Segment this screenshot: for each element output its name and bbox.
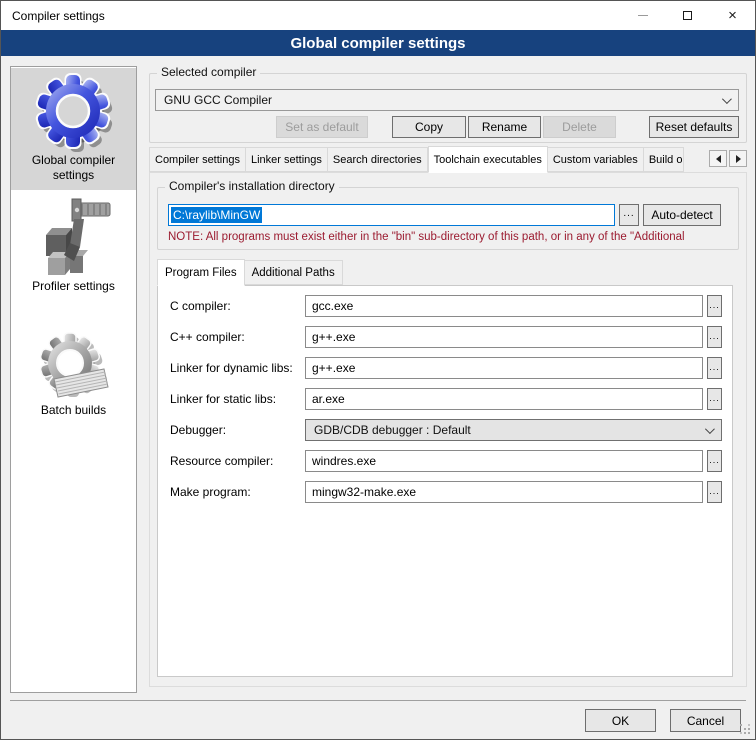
- arrow-left-icon: [716, 155, 721, 163]
- compiler-settings-dialog: Compiler settings × Global compiler sett…: [0, 0, 756, 740]
- blue-gear-icon: [34, 71, 114, 153]
- tab-toolchain-executables[interactable]: Toolchain executables: [428, 146, 548, 173]
- c-compiler-browse-button[interactable]: ...: [707, 295, 722, 317]
- sidebar-item-label: Global compiler settings: [13, 153, 134, 183]
- main-panel: Selected compiler GNU GCC Compiler Set a…: [149, 66, 747, 693]
- tab-linker-settings[interactable]: Linker settings: [246, 147, 328, 172]
- maximize-button[interactable]: [665, 1, 710, 30]
- footer-buttons: OK Cancel: [10, 701, 746, 732]
- make-program-input[interactable]: [305, 481, 703, 503]
- paths-tabs: Program Files Additional Paths: [157, 259, 733, 285]
- resource-compiler-row: Resource compiler: ...: [170, 450, 722, 472]
- close-button[interactable]: ×: [710, 1, 755, 30]
- compiler-select-value: GNU GCC Compiler: [164, 93, 722, 107]
- debugger-row: Debugger: GDB/CDB debugger : Default: [170, 419, 722, 441]
- tab-custom-variables[interactable]: Custom variables: [548, 147, 644, 172]
- static-linker-row: Linker for static libs: ...: [170, 388, 722, 410]
- chevron-down-icon: [722, 94, 732, 104]
- reset-defaults-button[interactable]: Reset defaults: [649, 116, 739, 138]
- tab-scroll-left-button[interactable]: [709, 150, 727, 167]
- installation-directory-browse-button[interactable]: ...: [619, 204, 639, 226]
- dynamic-linker-label: Linker for dynamic libs:: [170, 361, 305, 375]
- compiler-select[interactable]: GNU GCC Compiler: [155, 89, 739, 111]
- rename-button[interactable]: Rename: [468, 116, 541, 138]
- tab-program-files[interactable]: Program Files: [157, 259, 245, 286]
- tab-search-directories[interactable]: Search directories: [328, 147, 428, 172]
- installation-directory-value: C:\raylib\MinGW: [171, 207, 262, 223]
- static-linker-input[interactable]: [305, 388, 703, 410]
- tab-scroll-arrows: [709, 150, 747, 167]
- make-program-label: Make program:: [170, 485, 305, 499]
- program-files-panel: C compiler: ... C++ compiler: ... Linker…: [157, 285, 733, 677]
- tab-compiler-settings[interactable]: Compiler settings: [149, 147, 246, 172]
- tab-additional-paths[interactable]: Additional Paths: [245, 260, 343, 285]
- toolchain-executables-panel: Compiler's installation directory C:\ray…: [149, 172, 747, 687]
- dynamic-linker-row: Linker for dynamic libs: ...: [170, 357, 722, 379]
- arrow-right-icon: [736, 155, 741, 163]
- sidebar-item-label: Batch builds: [41, 403, 106, 418]
- static-linker-browse-button[interactable]: ...: [707, 388, 722, 410]
- minimize-button[interactable]: [620, 1, 665, 30]
- dialog-body: Global compiler settings: [1, 56, 755, 693]
- resource-compiler-browse-button[interactable]: ...: [707, 450, 722, 472]
- titlebar: Compiler settings ×: [1, 1, 755, 30]
- set-as-default-button: Set as default: [276, 116, 368, 138]
- resource-compiler-input[interactable]: [305, 450, 703, 472]
- static-linker-label: Linker for static libs:: [170, 392, 305, 406]
- selected-compiler-label: Selected compiler: [157, 65, 260, 79]
- maximize-icon: [683, 11, 692, 20]
- installation-directory-row: C:\raylib\MinGW ... Auto-detect: [168, 204, 721, 226]
- cpp-compiler-browse-button[interactable]: ...: [707, 326, 722, 348]
- page-title: Global compiler settings: [1, 30, 755, 56]
- c-compiler-row: C compiler: ...: [170, 295, 722, 317]
- cancel-button[interactable]: Cancel: [670, 709, 741, 732]
- tab-build-options[interactable]: Build options: [644, 147, 684, 172]
- caliper-icon: [34, 195, 114, 279]
- c-compiler-input[interactable]: [305, 295, 703, 317]
- make-program-browse-button[interactable]: ...: [707, 481, 722, 503]
- resource-compiler-label: Resource compiler:: [170, 454, 305, 468]
- make-program-row: Make program: ...: [170, 481, 722, 503]
- installation-directory-label: Compiler's installation directory: [165, 179, 339, 193]
- selected-compiler-group: Selected compiler GNU GCC Compiler Set a…: [149, 73, 747, 143]
- compiler-actions: Set as default Copy Rename Delete Reset …: [155, 116, 739, 138]
- sidebar-item-global-compiler-settings[interactable]: Global compiler settings: [11, 68, 136, 190]
- sidebar-item-batch-builds[interactable]: Batch builds: [11, 328, 136, 425]
- bin-subdirectory-note: NOTE: All programs must exist either in …: [168, 231, 721, 243]
- delete-button: Delete: [543, 116, 616, 138]
- debugger-label: Debugger:: [170, 423, 305, 437]
- tab-scroll-right-button[interactable]: [729, 150, 747, 167]
- settings-category-list: Global compiler settings: [10, 66, 137, 693]
- c-compiler-label: C compiler:: [170, 299, 305, 313]
- window-title: Compiler settings: [1, 9, 105, 23]
- cpp-compiler-label: C++ compiler:: [170, 330, 305, 344]
- ok-button[interactable]: OK: [585, 709, 656, 732]
- sidebar-item-label: Profiler settings: [32, 279, 115, 294]
- dynamic-linker-input[interactable]: [305, 357, 703, 379]
- debugger-select[interactable]: GDB/CDB debugger : Default: [305, 419, 722, 441]
- installation-directory-input[interactable]: C:\raylib\MinGW: [168, 204, 615, 226]
- close-icon: ×: [728, 8, 737, 23]
- cpp-compiler-row: C++ compiler: ...: [170, 326, 722, 348]
- cpp-compiler-input[interactable]: [305, 326, 703, 348]
- dialog-footer: OK Cancel: [10, 700, 746, 732]
- auto-detect-button[interactable]: Auto-detect: [643, 204, 721, 226]
- settings-tabs: Compiler settings Linker settings Search…: [149, 145, 747, 172]
- chevron-down-icon: [705, 424, 715, 434]
- copy-button[interactable]: Copy: [392, 116, 466, 138]
- resize-grip-icon[interactable]: [740, 724, 742, 726]
- debugger-select-value: GDB/CDB debugger : Default: [314, 423, 705, 437]
- sidebar-item-profiler-settings[interactable]: Profiler settings: [11, 192, 136, 301]
- dynamic-linker-browse-button[interactable]: ...: [707, 357, 722, 379]
- installation-directory-group: Compiler's installation directory C:\ray…: [157, 187, 739, 250]
- window-controls: ×: [620, 1, 755, 30]
- gray-gear-stack-icon: [34, 331, 114, 403]
- minimize-icon: [638, 15, 648, 16]
